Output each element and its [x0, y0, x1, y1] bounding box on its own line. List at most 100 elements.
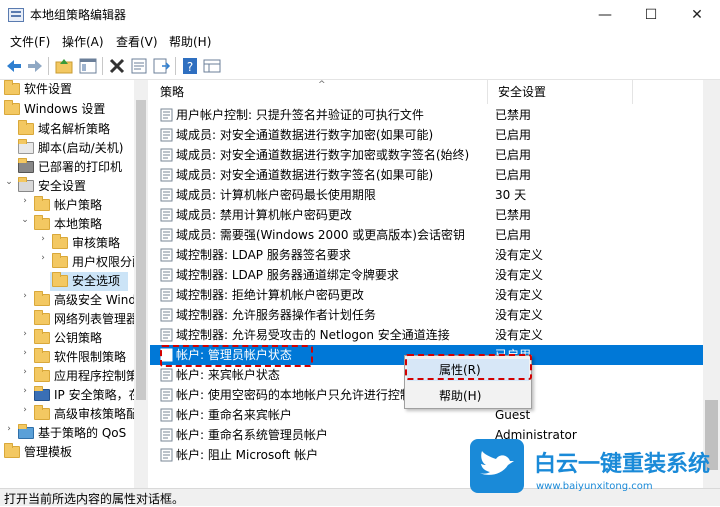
table-row[interactable]: 域控制器: LDAP 服务器通道绑定令牌要求 没有定义	[150, 265, 703, 285]
show-tree-icon[interactable]	[78, 56, 98, 76]
policy-icon	[160, 188, 173, 202]
tree-item-qos[interactable]: 基于策略的 QoS	[18, 424, 126, 443]
collapse-arrow-icon[interactable]: ›	[20, 348, 30, 367]
expand-arrow-icon[interactable]: ⌄	[4, 177, 14, 196]
tree-scroll-thumb[interactable]	[136, 100, 146, 400]
tree-item-advanced-firewall[interactable]: 高级安全 Wind	[34, 291, 136, 310]
table-row[interactable]: 域控制器: 拒绝计算机帐户密码更改 没有定义	[150, 285, 703, 305]
folder-icon	[34, 196, 50, 211]
export-icon[interactable]	[151, 56, 171, 76]
folder-icon	[52, 272, 68, 287]
tree-item-windows-settings[interactable]: Windows 设置	[4, 100, 105, 119]
tree-item-public-key[interactable]: 公钥策略	[34, 329, 102, 348]
view-icon[interactable]	[202, 56, 222, 76]
tree-item-ip-security[interactable]: IP 安全策略，在	[34, 386, 141, 405]
tree-item-network-list[interactable]: 网络列表管理器	[34, 310, 138, 329]
table-row[interactable]: 域成员: 禁用计算机帐户密码更改 已禁用	[150, 205, 703, 225]
policy-setting: 已禁用	[495, 108, 532, 122]
collapse-arrow-icon[interactable]: ›	[20, 367, 30, 386]
tree-item-scripts[interactable]: 脚本(启动/关机)	[18, 139, 123, 158]
column-header-setting[interactable]: 安全设置	[488, 80, 633, 104]
expand-arrow-icon[interactable]: ⌄	[20, 215, 30, 234]
back-icon[interactable]	[4, 56, 24, 76]
svg-text:?: ?	[187, 60, 193, 74]
menu-file[interactable]: 文件(F)	[10, 33, 50, 50]
script-icon	[18, 139, 34, 154]
context-menu-help[interactable]: 帮助(H)	[407, 385, 529, 407]
collapse-arrow-icon[interactable]: ›	[20, 405, 30, 424]
collapse-arrow-icon[interactable]: ›	[4, 424, 14, 443]
policy-icon	[160, 228, 173, 242]
properties-icon[interactable]	[129, 56, 149, 76]
toolbar: ?	[0, 52, 720, 80]
app-icon	[8, 8, 24, 22]
folder-icon	[34, 329, 50, 344]
policy-name: 域成员: 对安全通道数据进行数字加密(如果可能)	[176, 128, 434, 142]
status-text: 打开当前所选内容的属性对话框。	[4, 492, 185, 506]
collapse-arrow-icon[interactable]: ›	[20, 196, 30, 215]
folder-icon	[4, 80, 20, 95]
table-row[interactable]: 域成员: 对安全通道数据进行数字签名(如果可能) 已启用	[150, 165, 703, 185]
folder-icon	[34, 215, 50, 230]
tree-item-security-options[interactable]: 安全选项	[50, 272, 129, 291]
policy-setting: 30 天	[495, 188, 527, 202]
tree-item-software-settings[interactable]: 软件设置	[4, 80, 72, 99]
minimize-button[interactable]: —	[582, 0, 628, 30]
collapse-arrow-icon[interactable]: ›	[20, 386, 30, 405]
watermark-logo: 白云一键重装系统 www.baiyunxitong.com	[470, 439, 710, 493]
tree-item-security-settings[interactable]: 安全设置	[18, 177, 86, 196]
policy-name: 域控制器: LDAP 服务器签名要求	[176, 248, 351, 262]
table-row[interactable]: 用户帐户控制: 只提升签名并验证的可执行文件 已禁用	[150, 105, 703, 125]
title-bar: 本地组策略编辑器 — ☐ ✕	[0, 0, 720, 30]
table-row[interactable]: 域控制器: 允许服务器操作者计划任务 没有定义	[150, 305, 703, 325]
policy-setting: 没有定义	[495, 268, 544, 282]
policy-icon	[160, 368, 173, 382]
maximize-button[interactable]: ☐	[628, 0, 674, 30]
collapse-arrow-icon[interactable]: ›	[38, 234, 48, 253]
table-row[interactable]: 域成员: 计算机帐户密码最长使用期限 30 天	[150, 185, 703, 205]
delete-icon[interactable]	[107, 56, 127, 76]
up-folder-icon[interactable]	[54, 56, 74, 76]
menu-action[interactable]: 操作(A)	[62, 33, 104, 50]
table-row[interactable]: 域控制器: LDAP 服务器签名要求 没有定义	[150, 245, 703, 265]
policy-setting: 没有定义	[495, 248, 544, 262]
tree-item-audit-policy[interactable]: 审核策略	[52, 234, 120, 253]
table-row[interactable]: 域成员: 对安全通道数据进行数字加密或数字签名(始终) 已启用	[150, 145, 703, 165]
folder-icon	[34, 367, 50, 382]
close-button[interactable]: ✕	[674, 0, 720, 30]
tree-item-dns-policy[interactable]: 域名解析策略	[18, 120, 110, 139]
collapse-arrow-icon[interactable]: ›	[20, 329, 30, 348]
tree-item-app-control[interactable]: 应用程序控制策	[34, 367, 138, 386]
policy-name: 帐户: 来宾帐户状态	[176, 368, 280, 382]
policy-name: 域成员: 计算机帐户密码最长使用期限	[176, 188, 376, 202]
policy-icon	[160, 128, 173, 142]
table-row[interactable]: 域成员: 需要强(Windows 2000 或更高版本)会话密钥 已启用	[150, 225, 703, 245]
policy-name: 域成员: 禁用计算机帐户密码更改	[176, 208, 352, 222]
tree-item-printers[interactable]: 已部署的打印机	[18, 158, 122, 177]
policy-setting: 已禁用	[495, 208, 532, 222]
policy-name: 域控制器: 允许服务器操作者计划任务	[176, 308, 376, 322]
tree-item-advanced-audit[interactable]: 高级审核策略配	[34, 405, 138, 424]
table-row[interactable]: 域控制器: 允许易受攻击的 Netlogon 安全通道连接 没有定义	[150, 325, 703, 345]
tree-item-account-policies[interactable]: 帐户策略	[34, 196, 102, 215]
folder-icon	[18, 120, 34, 135]
policy-name: 域控制器: LDAP 服务器通道绑定令牌要求	[176, 268, 399, 282]
tree-item-admin-templates[interactable]: 管理模板	[4, 443, 72, 462]
policy-name: 域控制器: 允许易受攻击的 Netlogon 安全通道连接	[176, 328, 450, 342]
tree-item-local-policies[interactable]: 本地策略	[34, 215, 102, 234]
tree-item-user-rights[interactable]: 用户权限分配	[52, 253, 144, 272]
policy-name: 帐户: 重命名来宾帐户	[176, 408, 292, 422]
menu-help[interactable]: 帮助(H)	[169, 33, 211, 50]
help-icon[interactable]: ?	[180, 56, 200, 76]
forward-icon[interactable]	[25, 56, 45, 76]
table-row[interactable]: 域成员: 对安全通道数据进行数字加密(如果可能) 已启用	[150, 125, 703, 145]
menu-view[interactable]: 查看(V)	[116, 33, 158, 50]
tree-item-software-restriction[interactable]: 软件限制策略	[34, 348, 126, 367]
folder-icon	[34, 291, 50, 306]
collapse-arrow-icon[interactable]: ›	[38, 253, 48, 272]
policy-name: 域成员: 需要强(Windows 2000 或更高版本)会话密钥	[176, 228, 465, 242]
menu-bar: 文件(F) 操作(A) 查看(V) 帮助(H)	[0, 30, 720, 52]
collapse-arrow-icon[interactable]: ›	[20, 291, 30, 310]
policy-name: 域成员: 对安全通道数据进行数字加密或数字签名(始终)	[176, 148, 470, 162]
folder-icon	[52, 234, 68, 249]
